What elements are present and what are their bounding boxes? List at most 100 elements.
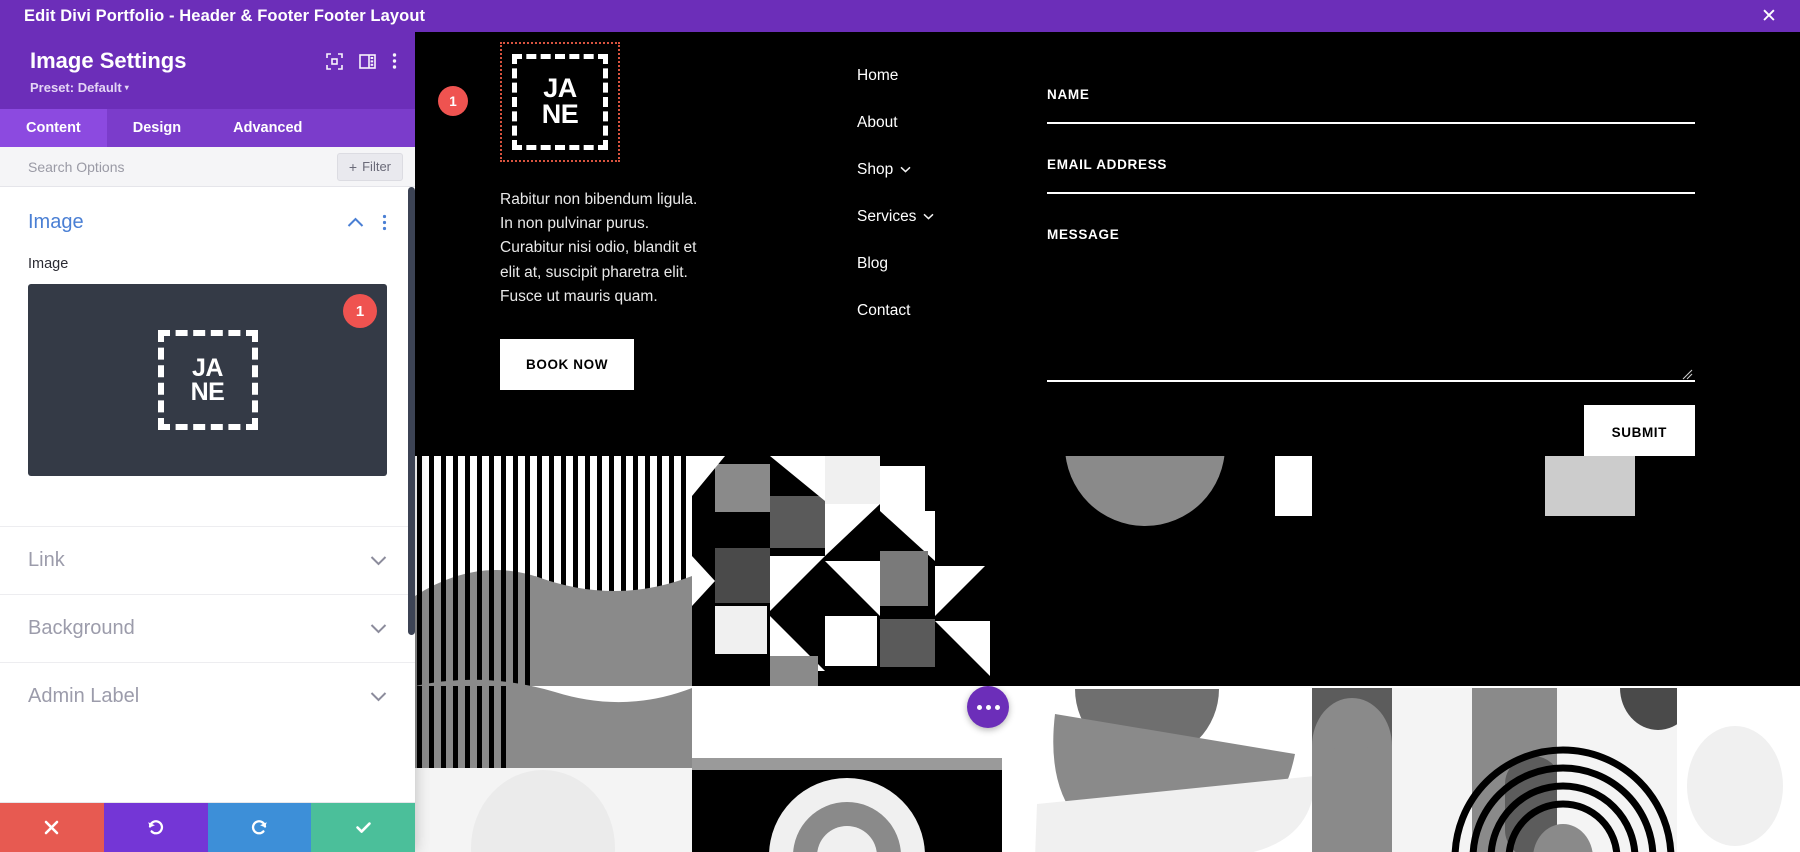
sidebar-header-icons [326, 48, 397, 70]
image-section-more-icon[interactable] [382, 214, 387, 231]
image-placeholder-line2: NE [190, 378, 225, 407]
window-title: Edit Divi Portfolio - Header & Footer Fo… [24, 6, 426, 25]
footer-section: JA NE 1 Rabitur non bibendum ligula. In … [415, 32, 1800, 460]
logo-module[interactable]: JA NE 1 [438, 42, 620, 162]
image-section-title: Image [28, 211, 84, 234]
message-textarea-area[interactable] [1047, 262, 1695, 380]
brand-paragraph: Rabitur non bibendum ligula. In non pulv… [500, 191, 698, 305]
tab-design[interactable]: Design [106, 109, 208, 148]
panel-title: Image Settings [30, 48, 187, 73]
field-email[interactable]: EMAIL ADDRESS [1047, 157, 1695, 194]
fab-dot-1 [976, 704, 982, 710]
footer-brand-column: JA NE 1 Rabitur non bibendum ligula. In … [438, 32, 772, 456]
sidebar-header-row: Image Settings [30, 48, 397, 73]
image-placeholder-text: JA NE [191, 356, 225, 405]
sidebar-action-bar [0, 802, 415, 852]
nav-label-about: About [857, 114, 898, 131]
image-field-label: Image [28, 256, 69, 273]
pattern-lower-target [692, 758, 1002, 852]
nav-item-blog[interactable]: Blog [857, 255, 1032, 273]
book-now-button[interactable]: BOOK NOW [500, 338, 635, 390]
nav-item-home[interactable]: Home [857, 67, 1032, 85]
chevron-down-icon [923, 212, 934, 223]
image-upload-preview[interactable]: JA NE 1 [28, 284, 387, 477]
chevron-down-icon [370, 555, 387, 566]
undo-button[interactable] [103, 803, 208, 852]
preset-label: Preset: Default [30, 80, 122, 96]
filter-label: Filter [362, 159, 391, 175]
logo-selection-outline: JA NE [500, 42, 620, 162]
nav-label-services: Services [857, 208, 917, 225]
nav-item-services[interactable]: Services [857, 208, 1032, 226]
search-input[interactable] [28, 158, 337, 175]
sidebar-row-link[interactable]: Link [0, 526, 415, 594]
field-message[interactable]: MESSAGE [1047, 227, 1695, 382]
nav-item-shop[interactable]: Shop [857, 161, 1032, 179]
chevron-down-icon [900, 165, 911, 176]
tab-advanced[interactable]: Advanced [207, 109, 329, 148]
sidebar-row-background[interactable]: Background [0, 594, 415, 662]
pattern-tile-halfcircles [1002, 456, 1312, 686]
name-field-underline [1047, 122, 1695, 124]
background-row-label: Background [28, 617, 135, 640]
pattern-tile-stripes [415, 456, 692, 686]
cancel-button[interactable] [0, 803, 104, 852]
more-vertical-icon[interactable] [392, 52, 397, 70]
pattern-lower-right [1002, 688, 1800, 852]
nav-item-about[interactable]: About [857, 114, 1032, 132]
sidebar-row-admin-label[interactable]: Admin Label [0, 662, 415, 730]
image-placeholder-line1: JA [192, 353, 223, 382]
divi-builder-app: Edit Divi Portfolio - Header & Footer Fo… [0, 0, 1800, 852]
settings-tabs: Content Design Advanced [0, 109, 415, 148]
decorative-pattern-section [415, 456, 1800, 852]
save-button[interactable] [311, 803, 415, 852]
preset-caret-icon: ▾ [124, 83, 129, 93]
chevron-down-icon [370, 623, 387, 634]
pattern-graphic [415, 456, 1800, 852]
admin-label-row-label: Admin Label [28, 685, 140, 708]
focus-target-icon[interactable] [326, 52, 343, 70]
main-body: Image Settings Preset: Default ▾ Content… [0, 32, 1800, 852]
nav-label-shop: Shop [857, 161, 894, 178]
tab-content[interactable]: Content [0, 109, 107, 148]
scroll-bottom-pad [0, 730, 415, 770]
submit-row: SUBMIT [1047, 405, 1695, 460]
nav-item-contact[interactable]: Contact [857, 302, 1032, 320]
sidebar-scrollbar-thumb[interactable] [408, 187, 415, 636]
fab-dot-3 [994, 704, 1000, 710]
layout-panel-icon[interactable] [359, 53, 376, 70]
more-options-fab[interactable] [967, 686, 1009, 728]
field-name[interactable]: NAME [1047, 87, 1695, 124]
page-preview-canvas[interactable]: JA NE 1 Rabitur non bibendum ligula. In … [415, 32, 1800, 852]
message-field-label: MESSAGE [1047, 227, 1120, 242]
settings-sidebar: Image Settings Preset: Default ▾ Content… [0, 32, 415, 852]
chevron-up-icon[interactable] [347, 217, 364, 228]
image-placeholder-frame: JA NE [157, 330, 258, 431]
plus-icon: + [348, 158, 358, 175]
link-row-label: Link [28, 549, 65, 572]
sidebar-scrollbar[interactable] [408, 187, 415, 802]
submit-button[interactable]: SUBMIT [1583, 405, 1695, 460]
image-section: Image Image JA NE 1 [0, 187, 415, 482]
logo-line2: NE [541, 99, 579, 129]
close-icon[interactable]: ✕ [1752, 0, 1786, 32]
footer-contact-form: NAME EMAIL ADDRESS MESSAGE SUBMIT [1032, 32, 1800, 460]
settings-scroll-area[interactable]: Image Image JA NE 1 Link Background Admi… [0, 187, 415, 802]
search-bar: + Filter [0, 147, 415, 188]
preset-selector[interactable]: Preset: Default ▾ [30, 80, 129, 95]
nav-label-home: Home [857, 67, 899, 84]
nav-label-contact: Contact [857, 302, 911, 319]
image-step-badge: 1 [343, 294, 377, 329]
logo-placeholder-frame: JA NE [512, 54, 608, 150]
logo-step-badge: 1 [438, 86, 468, 116]
redo-button[interactable] [207, 803, 312, 852]
logo-text: JA NE [541, 75, 579, 129]
window-titlebar: Edit Divi Portfolio - Header & Footer Fo… [0, 0, 1800, 32]
sidebar-header: Image Settings Preset: Default ▾ [0, 32, 415, 110]
filter-button[interactable]: + Filter [336, 152, 403, 181]
pattern-lower-left [415, 679, 692, 852]
message-field-underline [1047, 380, 1695, 382]
email-field-underline [1047, 192, 1695, 194]
email-field-label: EMAIL ADDRESS [1047, 157, 1168, 172]
